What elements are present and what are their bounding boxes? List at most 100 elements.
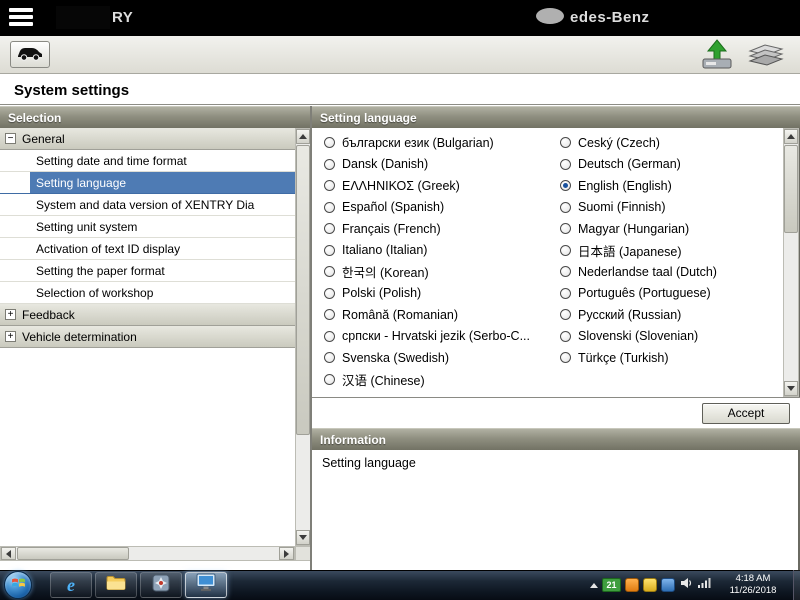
language-option-polish[interactable]: Polski (Polish) [316,283,552,305]
scroll-down-button[interactable] [296,530,310,545]
expand-plus-icon[interactable]: + [5,309,16,320]
language-scrollbar[interactable] [783,128,799,397]
language-option-greek[interactable]: ΕΛΛΗΝΙΚΟΣ (Greek) [316,175,552,197]
tree-group-vehicle-determination[interactable]: + Vehicle determination [0,326,295,348]
tray-app-icon-orange[interactable] [625,578,639,592]
scroll-right-button[interactable] [279,547,294,560]
print-copy-icon [744,56,788,73]
language-option-portuguese[interactable]: Português (Portuguese) [552,283,782,305]
language-option-french[interactable]: Français (French) [316,218,552,240]
language-option-spanish[interactable]: Español (Spanish) [316,197,552,219]
language-option-serbo-croatian[interactable]: српски - Hrvatski jezik (Serbo-C... [316,326,552,348]
scrollbar-thumb[interactable] [17,547,129,560]
language-option-italian[interactable]: Italiano (Italian) [316,240,552,262]
speaker-icon[interactable] [679,576,693,595]
language-option-english[interactable]: English (English) [552,175,782,197]
radio-icon[interactable] [324,159,335,170]
accept-button[interactable]: Accept [702,403,790,424]
language-option-hungarian[interactable]: Magyar (Hungarian) [552,218,782,240]
upload-icon [699,58,735,75]
radio-icon[interactable] [324,352,335,363]
collapse-minus-icon[interactable]: − [5,133,16,144]
tree-item-label: Selection of workshop [36,286,153,300]
start-button[interactable] [4,571,32,599]
radio-icon[interactable] [324,331,335,342]
language-option-slovenian[interactable]: Slovenski (Slovenian) [552,326,782,348]
tree-item-label: System and data version of XENTRY Dia [36,198,254,212]
vehicle-icon [16,45,44,65]
radio-icon[interactable] [324,374,335,385]
radio-icon[interactable] [560,331,571,342]
tree-item-setting-language[interactable]: Setting language [0,172,295,194]
language-option-danish[interactable]: Dansk (Danish) [316,154,552,176]
radio-icon[interactable] [560,223,571,234]
scrollbar-thumb[interactable] [784,145,798,233]
language-option-chinese[interactable]: 汉语 (Chinese) [316,369,552,391]
radio-icon[interactable] [560,137,571,148]
radio-icon[interactable] [324,137,335,148]
language-option-label: Deutsch (German) [578,157,681,171]
language-option-romanian[interactable]: Română (Romanian) [316,304,552,326]
tree-item-text-id-display[interactable]: Activation of text ID display [0,238,295,260]
language-option-czech[interactable]: Ceský (Czech) [552,132,782,154]
system-tray: 21 [590,573,712,597]
tray-app-icon-yellow[interactable] [643,578,657,592]
language-option-russian[interactable]: Русский (Russian) [552,304,782,326]
taskbar-clock[interactable]: 4:18 AM 11/26/2018 [718,573,788,597]
language-option-german[interactable]: Deutsch (German) [552,154,782,176]
radio-icon[interactable] [560,245,571,256]
show-desktop-strip[interactable] [793,570,800,600]
redaction-box [56,6,110,29]
menu-icon[interactable] [9,8,33,28]
network-icon[interactable] [697,576,712,594]
radio-icon[interactable] [324,288,335,299]
tree-item-workshop-selection[interactable]: Selection of workshop [0,282,295,304]
radio-icon[interactable] [560,309,571,320]
scrollbar-thumb[interactable] [296,145,310,435]
radio-icon[interactable] [324,309,335,320]
scroll-up-button[interactable] [296,129,310,144]
expand-plus-icon[interactable]: + [5,331,16,342]
language-option-bulgarian[interactable]: български език (Bulgarian) [316,132,552,154]
language-option-finnish[interactable]: Suomi (Finnish) [552,197,782,219]
print-button[interactable] [744,42,788,74]
scroll-down-button[interactable] [784,381,798,396]
tree-item-paper-format[interactable]: Setting the paper format [0,260,295,282]
radio-icon[interactable] [560,202,571,213]
tree-group-feedback[interactable]: + Feedback [0,304,295,326]
taskbar-ie-button[interactable]: e [50,572,92,598]
radio-icon[interactable] [560,352,571,363]
tree-vertical-scrollbar[interactable] [295,128,311,546]
tray-badge[interactable]: 21 [602,578,621,592]
radio-icon[interactable] [324,202,335,213]
taskbar-xentry-button[interactable] [140,572,182,598]
language-option-japanese[interactable]: 日本語 (Japanese) [552,240,782,262]
tray-app-icon-blue[interactable] [661,578,675,592]
language-option-korean[interactable]: 한국의 (Korean) [316,261,552,283]
tree-group-general[interactable]: − General [0,128,295,150]
vehicle-button[interactable] [10,41,50,68]
language-option-dutch[interactable]: Nederlandse taal (Dutch) [552,261,782,283]
radio-icon[interactable] [324,266,335,277]
tree-item-unit-system[interactable]: Setting unit system [0,216,295,238]
radio-icon[interactable] [560,159,571,170]
tree-horizontal-scrollbar[interactable] [0,546,295,561]
tree-item-date-time-format[interactable]: Setting date and time format [0,150,295,172]
language-option-swedish[interactable]: Svenska (Swedish) [316,347,552,369]
tree-item-system-data-version[interactable]: System and data version of XENTRY Dia [0,194,295,216]
radio-selected-icon[interactable] [560,180,571,191]
radio-icon[interactable] [560,266,571,277]
taskbar-active-app-button[interactable] [185,572,227,598]
taskbar-explorer-button[interactable] [95,572,137,598]
language-option-turkish[interactable]: Türkçe (Turkish) [552,347,782,369]
radio-icon[interactable] [324,245,335,256]
hidden-icons-arrow[interactable] [590,583,598,588]
language-option-label: 한국의 (Korean) [342,262,429,281]
scroll-up-button[interactable] [784,129,798,144]
triangle-up-icon [787,134,795,139]
radio-icon[interactable] [324,180,335,191]
upload-button[interactable] [699,39,735,76]
scroll-left-button[interactable] [1,547,16,560]
radio-icon[interactable] [560,288,571,299]
radio-icon[interactable] [324,223,335,234]
